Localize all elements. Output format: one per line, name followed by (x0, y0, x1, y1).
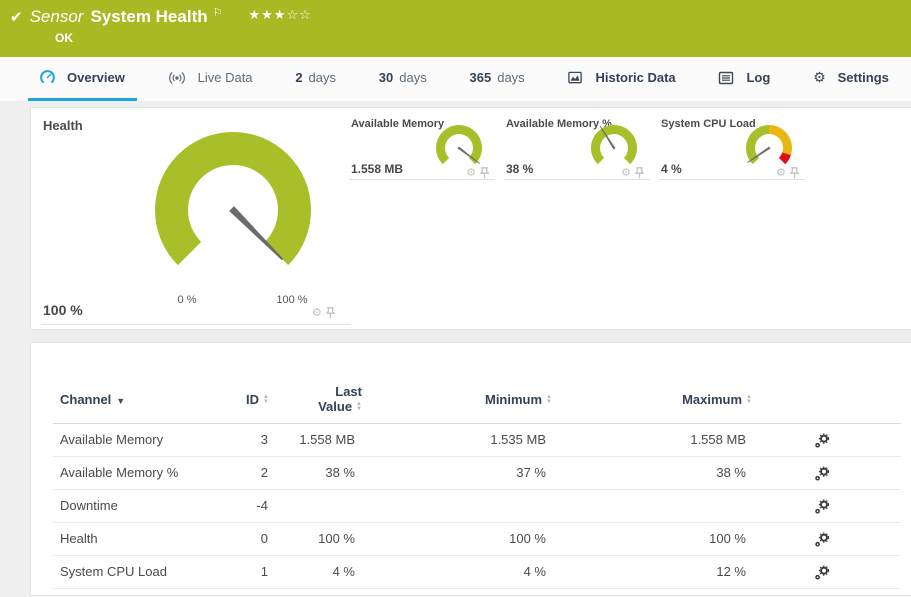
log-list-icon (718, 71, 734, 85)
divider (349, 179, 495, 180)
tab-historic-data[interactable]: Historic Data (555, 57, 687, 101)
channel-name[interactable]: Downtime (60, 490, 118, 522)
tab-2-days[interactable]: 2days (283, 57, 348, 101)
table-row[interactable]: Health 0 100 % 100 % 100 % (53, 523, 901, 556)
pin-icon[interactable] (790, 167, 799, 179)
primary-gauge-title: Health (43, 118, 83, 133)
column-header-id[interactable]: ID▲▼ (171, 392, 269, 407)
sort-icon: ▲▼ (746, 395, 752, 405)
tab-settings[interactable]: ⚙ Settings (801, 57, 901, 101)
gauge-min-label: 0 % (165, 294, 209, 306)
status-check-icon: ✔ (10, 8, 23, 26)
sensor-name: System Health (90, 7, 207, 27)
broadcast-icon (168, 71, 186, 85)
sort-desc-icon: ▼ (116, 396, 125, 406)
gauge-value: 38 % (506, 162, 533, 176)
gauge-title: Available Memory (351, 118, 444, 130)
gauge-value: 4 % (661, 162, 682, 176)
column-header-channel[interactable]: Channel▼ (60, 392, 125, 407)
primary-gauge-value: 100 % (43, 302, 83, 318)
pin-icon[interactable] (326, 307, 335, 319)
channel-name[interactable]: Available Memory (60, 424, 163, 456)
flag-icon[interactable]: ⚐ (213, 6, 223, 19)
channel-name[interactable]: Health (60, 523, 98, 555)
divider (41, 324, 351, 325)
table-row[interactable]: Available Memory % 2 38 % 37 % 38 % (53, 457, 901, 490)
channel-settings-icon[interactable] (805, 424, 839, 456)
gauge-block-available-memory: Available Memory 1.558 MB ⚙ (349, 116, 495, 188)
gear-icon[interactable]: ⚙ (466, 168, 476, 179)
tab-log[interactable]: Log (706, 57, 782, 101)
gear-icon[interactable]: ⚙ (621, 168, 631, 179)
channel-settings-icon[interactable] (805, 556, 839, 588)
gear-icon: ⚙ (813, 69, 826, 86)
tab-bar: Overview Live Data 2days 30days 365days … (0, 57, 911, 101)
column-header-minimum[interactable]: Minimum▲▼ (417, 392, 552, 407)
object-kind-label: Sensor (30, 7, 84, 27)
pin-icon[interactable] (480, 167, 489, 179)
column-header-last-value[interactable]: Last Value▲▼ (276, 384, 362, 414)
health-gauge (153, 130, 313, 290)
channel-name[interactable]: System CPU Load (60, 556, 167, 588)
tab-overview[interactable]: Overview (28, 57, 137, 101)
channel-settings-icon[interactable] (805, 457, 839, 489)
gauge-value: 1.558 MB (351, 162, 403, 176)
table-row[interactable]: Downtime -4 (53, 490, 901, 523)
channel-settings-icon[interactable] (805, 523, 839, 555)
sensor-header: ✔ Sensor System Health ⚐ ★★★☆☆ OK (0, 0, 911, 57)
tab-30-days[interactable]: 30days (367, 57, 439, 101)
pin-icon[interactable] (635, 167, 644, 179)
channel-name[interactable]: Available Memory % (60, 457, 178, 489)
table-row[interactable]: Available Memory 3 1.558 MB 1.535 MB 1.5… (53, 424, 901, 457)
divider (659, 179, 805, 180)
gauge-max-label: 100 % (264, 294, 320, 306)
priority-stars[interactable]: ★★★☆☆ (249, 7, 312, 23)
gauge-icon (40, 70, 55, 85)
channels-panel: Channel▼ ID▲▼ Last Value▲▼ Minimum▲▼ Max… (30, 342, 911, 596)
tab-live-data[interactable]: Live Data (156, 57, 265, 101)
gauge-block-available-memory-pct: Available Memory % 38 % ⚙ (504, 116, 650, 188)
available-memory-pct-gauge (590, 124, 638, 172)
gauge-title: System CPU Load (661, 118, 756, 130)
column-header-maximum[interactable]: Maximum▲▼ (617, 392, 752, 407)
gauge-block-system-cpu-load: System CPU Load 4 % ⚙ (659, 116, 805, 188)
available-memory-gauge (435, 124, 483, 172)
sort-icon: ▲▼ (546, 395, 552, 405)
gauges-panel: Health 0 % 100 % 100 % ⚙ Available Memor… (30, 107, 911, 330)
channel-table-body: Available Memory 3 1.558 MB 1.535 MB 1.5… (53, 424, 901, 589)
sort-icon: ▲▼ (356, 402, 362, 412)
sort-icon: ▲▼ (263, 395, 269, 405)
status-badge: OK (55, 31, 73, 45)
table-row[interactable]: System CPU Load 1 4 % 4 % 12 % (53, 556, 901, 589)
gear-icon[interactable]: ⚙ (312, 308, 322, 319)
divider (504, 179, 650, 180)
area-chart-icon (567, 70, 583, 85)
channel-settings-icon[interactable] (805, 490, 839, 522)
system-cpu-load-gauge (745, 124, 793, 172)
gear-icon[interactable]: ⚙ (776, 168, 786, 179)
tab-365-days[interactable]: 365days (458, 57, 537, 101)
